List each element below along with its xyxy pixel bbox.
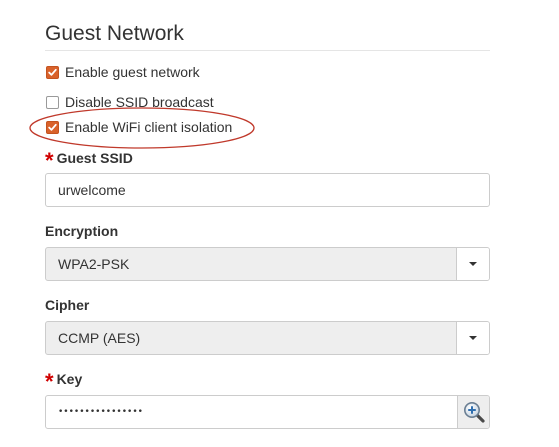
disable-ssid-broadcast-option[interactable]: Disable SSID broadcast [46,92,214,112]
key-input[interactable]: •••••••••••••••• [45,395,490,429]
required-marker: * [45,148,54,173]
enable-client-isolation-option[interactable]: Enable WiFi client isolation [46,117,232,137]
cipher-dropdown-toggle[interactable] [456,322,489,354]
guest-ssid-label-row: * Guest SSID [45,148,133,173]
encryption-dropdown-toggle[interactable] [456,248,489,280]
title-divider [45,50,490,51]
key-label: Key [56,371,83,387]
disable-ssid-broadcast-checkbox[interactable] [46,95,59,109]
key-reveal-button[interactable] [457,396,489,428]
enable-client-isolation-label[interactable]: Enable WiFi client isolation [65,119,232,135]
section-title: Guest Network [45,22,184,45]
magnifier-plus-icon [463,402,485,423]
encryption-label-row: Encryption [45,223,118,239]
enable-guest-network-checkbox[interactable] [46,65,59,79]
encryption-select[interactable]: WPA2-PSK [45,247,490,281]
cipher-selected-value: CCMP (AES) [58,330,141,346]
guest-ssid-input[interactable]: urwelcome [45,173,490,207]
cipher-label-row: Cipher [45,297,89,313]
cipher-select[interactable]: CCMP (AES) [45,321,490,355]
enable-client-isolation-checkbox[interactable] [46,120,59,134]
cipher-label: Cipher [45,297,90,313]
checkmark-icon [48,123,57,131]
disable-ssid-broadcast-label[interactable]: Disable SSID broadcast [65,94,214,110]
caret-down-icon [469,262,477,266]
encryption-selected-value: WPA2-PSK [58,256,130,272]
guest-ssid-label: Guest SSID [56,150,133,166]
encryption-label: Encryption [45,223,119,239]
required-marker: * [45,369,54,394]
enable-guest-network-label[interactable]: Enable guest network [65,64,200,80]
enable-guest-network-option[interactable]: Enable guest network [46,62,200,82]
key-label-row: * Key [45,369,83,394]
checkmark-icon [48,68,57,76]
caret-down-icon [469,336,477,340]
key-masked-value: •••••••••••••••• [58,407,143,417]
guest-ssid-value: urwelcome [58,182,126,198]
